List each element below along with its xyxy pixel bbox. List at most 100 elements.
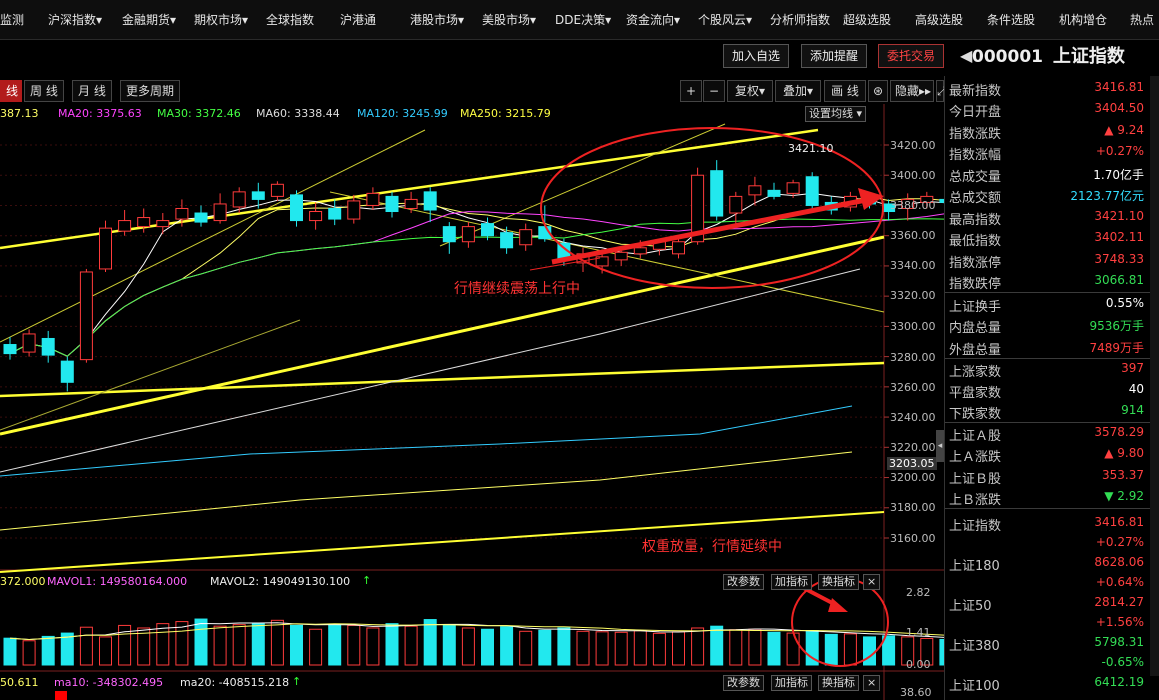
quote-row: 上证50 2814.27 [945,593,1150,614]
mavol-label: 372.000 [0,575,46,588]
prev-instrument-icon[interactable]: ◀ [960,46,972,65]
candle-body [270,183,284,197]
nav-item[interactable]: 高级选股 [915,0,963,40]
nav-item[interactable]: 沪深指数▾ [48,0,102,40]
volume-bar [843,633,857,666]
indicator-axis-label: 38.60 [900,686,932,699]
nav-item[interactable]: 条件选股 [987,0,1035,40]
price-axis-label: 3360.00 [890,229,936,242]
quote-label: 内盘总量 [949,321,1002,336]
swap-indicator-button[interactable]: 换指标 [818,574,859,590]
panel-toggle-icon[interactable]: ◂ [936,430,944,462]
volume-bar [691,627,705,666]
edit-params-button[interactable]: 改参数 [723,675,764,691]
fullscreen-icon[interactable]: ⤢ [936,80,947,102]
nav-item[interactable]: 个股风云▾ [698,0,752,40]
draw-line-button[interactable]: 画 线 [824,80,866,102]
price-axis-label: 3160.00 [890,532,936,545]
price-axis-label: 3380.00 [890,199,936,212]
volume-bar [633,630,647,666]
quote-row: 指数涨跌 ▲ 9.24 [945,121,1150,142]
nav-item[interactable]: 分析师指数 [770,0,830,40]
quote-value: 1.70亿手 [1093,168,1144,182]
quote-value: 3421.10 [1094,209,1144,223]
quote-value: 3416.81 [1094,80,1144,94]
nav-item[interactable]: 全球指数 [266,0,314,40]
divider [945,508,1150,509]
add-indicator-button[interactable]: 加指标 [771,574,812,590]
quote-value: +0.27% [1095,144,1144,158]
quote-value: 397 [1121,361,1144,375]
scrollbar[interactable] [1150,76,1159,676]
quote-label: 上证换手 [949,300,1002,315]
nav-item[interactable]: 期权市场▾ [194,0,248,40]
nav-item[interactable]: 沪港通 [340,0,376,40]
kline-chart[interactable] [0,104,944,700]
indicator-value: 50.611 [0,676,39,689]
zoom-in-button[interactable]: + [680,80,702,102]
quote-value: 2123.77亿元 [1070,189,1144,203]
add-indicator-button[interactable]: 加指标 [771,675,812,691]
candle-body [328,207,342,220]
zoom-out-button[interactable]: − [703,80,725,102]
quote-row: 外盘总量 7489万手 [945,337,1150,358]
volume-bar [309,628,323,666]
nav-item[interactable]: 资金流向▾ [626,0,680,40]
tab-month[interactable]: 月 线 [72,80,112,102]
ma60-line [0,268,861,473]
price-axis-label: 3420.00 [890,139,936,152]
nav-item[interactable]: 监测 [0,0,24,40]
tab-day[interactable]: 线 [0,80,22,102]
index-value: 8628.06 [1094,555,1144,569]
volume-bar [22,640,36,666]
tab-more-periods[interactable]: 更多周期 [120,80,181,102]
chevron-down-icon: ▾ [170,13,177,27]
trend-annotation: 行情继续震荡上行中 [454,281,580,297]
nav-item[interactable]: 港股市场▾ [410,0,464,40]
overlay-dropdown[interactable]: 叠加▾ [775,80,821,102]
nav-item[interactable]: 机构增仓 [1059,0,1107,40]
nav-item[interactable]: 热点 [1130,0,1154,40]
hide-button[interactable]: 隐藏▸▸ [890,80,934,102]
close-icon[interactable]: × [863,675,881,691]
trade-button[interactable]: 委托交易 [878,44,945,68]
nav-item[interactable]: 超级选股 [843,0,891,40]
edit-params-button[interactable]: 改参数 [723,574,764,590]
index-change-row: +0.64% [945,573,1150,594]
candle-body [156,220,170,228]
index-value: 5798.31 [1094,635,1144,649]
close-icon[interactable]: × [863,574,881,590]
volume-bar [328,623,342,666]
volume-bar [385,623,399,666]
volume-bar [213,625,227,666]
nav-item[interactable]: 美股市场▾ [482,0,536,40]
volume-bar [576,630,590,666]
nav-item[interactable]: DDE决策▾ [555,0,611,40]
divider [945,292,1150,293]
volume-bar [481,628,494,666]
candle-body [309,211,323,222]
chevron-down-icon: ▾ [605,13,612,27]
quote-label: 最新指数 [949,84,1002,99]
ind-ma20-label: ma20: -408515.218 [180,676,290,689]
candle-body [633,247,647,255]
tab-week[interactable]: 周 线 [24,80,64,102]
chevron-down-icon: ▾ [458,13,465,27]
quote-row: 上证Ａ股 3578.29 [945,423,1150,444]
swap-indicator-button[interactable]: 换指标 [818,675,859,691]
magnet-icon[interactable]: ⊛ [868,80,888,102]
quote-row: 上证380 5798.31 [945,633,1150,654]
fuquan-dropdown[interactable]: 复权▾ [727,80,773,102]
volume-bar [652,632,666,666]
ind-ma10-label: ma10: -348302.495 [54,676,164,689]
volume-bar [863,636,876,666]
add-alert-button[interactable]: 添加提醒 [801,44,868,68]
index-change-row: -0.65% [945,653,1150,674]
add-watchlist-button[interactable]: 加入自选 [723,44,790,68]
candle-body [213,203,227,222]
quote-label: 上证50 [949,599,992,614]
quote-label: 最低指数 [949,234,1002,249]
nav-item[interactable]: 金融期货▾ [122,0,176,40]
volume-bar [156,623,170,666]
quote-row: 指数涨幅 +0.27% [945,142,1150,163]
